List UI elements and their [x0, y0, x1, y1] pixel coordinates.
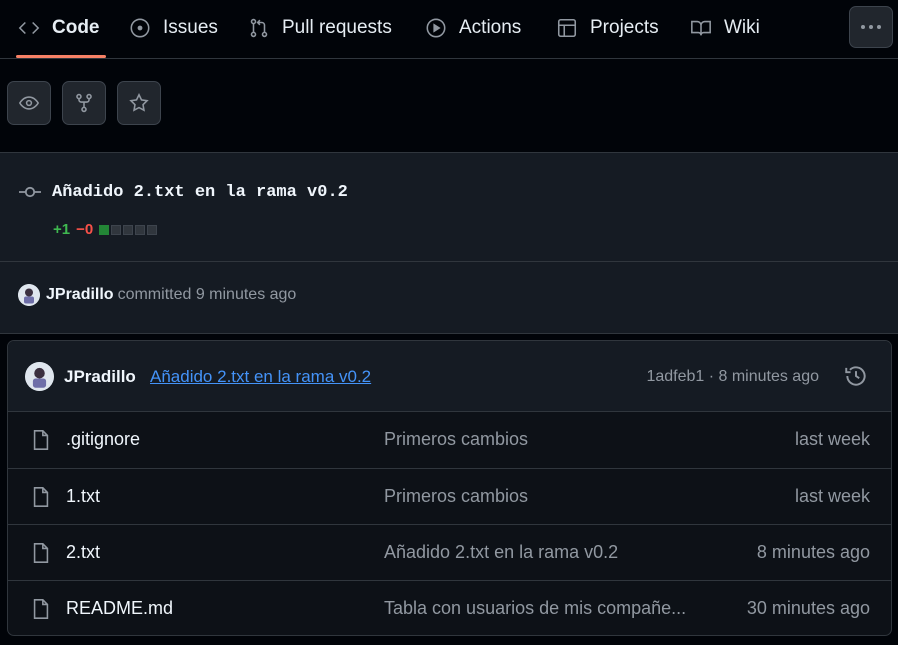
watch-button[interactable] — [7, 81, 51, 125]
repo-actions — [0, 59, 898, 152]
file-row[interactable]: 1.txt Primeros cambios last week — [8, 468, 891, 524]
file-list: JPradillo Añadido 2.txt en la rama v0.2 … — [7, 340, 892, 636]
commit-message-link[interactable]: Añadido 2.txt en la rama v0.2 — [150, 367, 371, 387]
file-row[interactable]: 2.txt Añadido 2.txt en la rama v0.2 8 mi… — [8, 524, 891, 580]
tab-label: Actions — [459, 17, 522, 38]
code-icon — [18, 21, 40, 35]
diffstat-block-neutral — [111, 224, 122, 235]
more-options-button[interactable] — [849, 6, 893, 48]
avatar-image-icon — [25, 362, 54, 391]
diffstat-block-neutral — [123, 224, 134, 235]
file-name[interactable]: 2.txt — [66, 542, 100, 563]
history-icon[interactable] — [843, 363, 869, 389]
latest-commit-header: JPradillo Añadido 2.txt en la rama v0.2 … — [8, 341, 891, 412]
file-icon — [33, 543, 49, 563]
author-name[interactable]: JPradillo — [46, 286, 114, 304]
tab-label: Projects — [590, 17, 659, 38]
file-commit-time: last week — [794, 429, 870, 449]
tab-code[interactable]: Code — [16, 0, 105, 58]
kebab-horizontal-icon — [861, 25, 881, 29]
commit-panel: Añadido 2.txt en la rama v0.2 +1 −0 JPra… — [0, 152, 898, 334]
tab-issues[interactable]: Issues — [129, 0, 218, 56]
table-icon — [557, 18, 577, 38]
issue-opened-icon — [130, 18, 150, 38]
deletions-count: −0 — [76, 221, 94, 238]
commit-sha-time[interactable]: 1adfeb1 · 8 minutes ago — [646, 368, 819, 386]
avatar-image-icon — [18, 284, 40, 306]
diffstat-block-neutral — [135, 224, 146, 235]
file-row[interactable]: .gitignore Primeros cambios last week — [8, 412, 891, 468]
file-row[interactable]: README.md Tabla con usuarios de mis comp… — [8, 580, 891, 635]
avatar[interactable] — [25, 362, 54, 391]
file-commit-message[interactable]: Primeros cambios — [384, 486, 528, 507]
eye-icon — [18, 96, 40, 110]
tab-label: Issues — [163, 17, 218, 38]
file-commit-time: 30 minutes ago — [746, 598, 870, 618]
divider — [0, 261, 898, 262]
file-commit-message[interactable]: Tabla con usuarios de mis compañe... — [384, 598, 686, 619]
tab-projects[interactable]: Projects — [556, 0, 659, 56]
book-icon — [691, 20, 711, 36]
repo-nav: Code Issues Pull requests Actions Projec… — [0, 0, 898, 59]
additions-count: +1 — [53, 221, 71, 238]
file-name[interactable]: README.md — [66, 598, 173, 619]
commit-author: JPradillo committed 9 minutes ago — [18, 284, 296, 306]
file-name[interactable]: 1.txt — [66, 486, 100, 507]
star-button[interactable] — [117, 81, 161, 125]
tab-pull-requests[interactable]: Pull requests — [248, 0, 392, 56]
file-icon — [33, 487, 49, 507]
file-commit-message[interactable]: Añadido 2.txt en la rama v0.2 — [384, 542, 618, 563]
commit-title: Añadido 2.txt en la rama v0.2 — [52, 183, 348, 202]
committed-time: committed 9 minutes ago — [117, 286, 297, 303]
file-name[interactable]: .gitignore — [66, 429, 140, 450]
avatar[interactable] — [18, 284, 40, 306]
repo-forked-icon — [76, 93, 92, 113]
file-commit-message[interactable]: Primeros cambios — [384, 429, 528, 450]
tab-wiki[interactable]: Wiki — [690, 0, 760, 56]
git-commit-icon — [19, 186, 41, 198]
tab-label: Wiki — [724, 17, 760, 38]
play-icon — [426, 18, 446, 38]
file-icon — [33, 430, 49, 450]
fork-button[interactable] — [62, 81, 106, 125]
author-name[interactable]: JPradillo — [64, 367, 136, 387]
star-icon — [129, 92, 149, 112]
tab-label: Pull requests — [282, 17, 392, 38]
git-pull-request-icon — [250, 18, 268, 38]
tab-label: Code — [52, 17, 100, 38]
diffstat-block-added — [99, 224, 110, 235]
diffstat-blocks — [99, 224, 159, 235]
file-commit-time: 8 minutes ago — [756, 542, 870, 562]
diffstat: +1 −0 — [53, 221, 159, 238]
file-icon — [33, 599, 49, 619]
diffstat-block-neutral — [147, 224, 158, 235]
tab-actions[interactable]: Actions — [425, 0, 521, 56]
file-commit-time: last week — [794, 486, 870, 506]
